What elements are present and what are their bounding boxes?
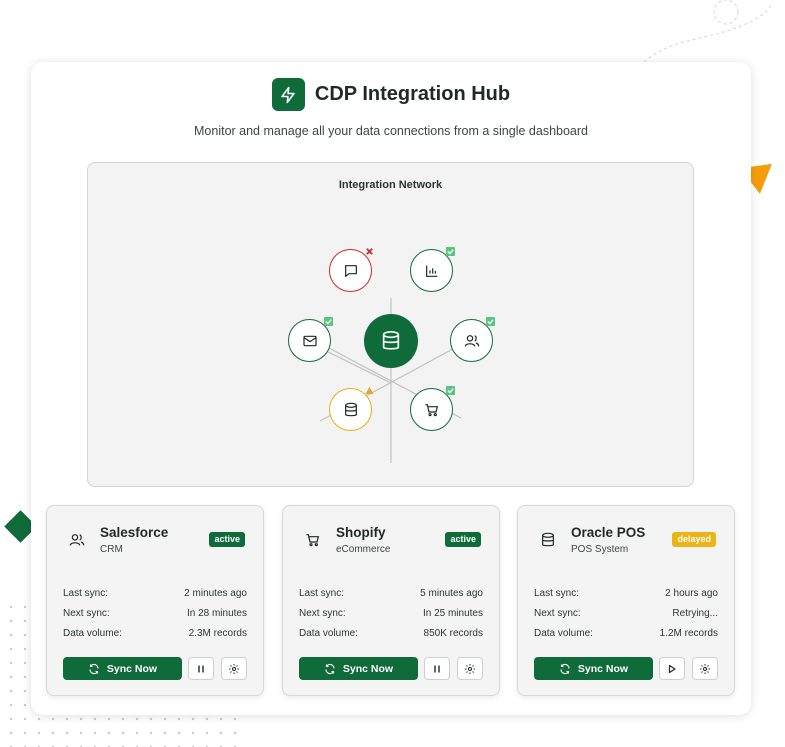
network-hub[interactable] (364, 314, 418, 368)
pause-icon (198, 665, 204, 672)
last-sync-row: Last sync: 5 minutes ago (299, 588, 483, 599)
data-volume-label: Data volume: (299, 628, 358, 639)
next-sync-row: Next sync: Retrying... (534, 608, 718, 619)
database-icon (542, 532, 554, 547)
integration-card-salesforce: Salesforce CRM active Last sync: 2 minute… (46, 505, 264, 696)
app-logo (271, 78, 305, 111)
cart-icon (306, 534, 320, 547)
gear-icon (229, 663, 239, 674)
pause-button[interactable] (188, 657, 214, 680)
integration-card-oracle-pos: Oracle POS POS System delayed Last sync:… (517, 505, 735, 696)
warning-badge (365, 386, 374, 395)
sync-now-label: Sync Now (106, 662, 158, 675)
error-badge (365, 247, 374, 256)
sync-now-button[interactable]: Sync Now (63, 657, 182, 680)
network-node-customers[interactable] (450, 317, 495, 362)
sync-now-label: Sync Now (342, 662, 394, 675)
status-badge: active (209, 532, 245, 547)
play-icon (668, 664, 676, 673)
decorative-dashed-curve (643, 0, 773, 63)
gear-icon (700, 663, 710, 674)
users-icon (464, 334, 479, 347)
refresh-icon (560, 663, 570, 674)
data-volume-row: Data volume: 1.2M records (534, 628, 718, 639)
pause-icon (434, 665, 440, 672)
data-volume-label: Data volume: (534, 628, 593, 639)
network-node-email[interactable] (288, 317, 333, 362)
integration-type: POS System (571, 544, 629, 555)
last-sync-label: Last sync: (299, 588, 345, 599)
data-volume-row: Data volume: 850K records (299, 628, 483, 639)
network-node-chat[interactable] (329, 247, 374, 292)
header: CDP Integration Hub (31, 78, 751, 111)
last-sync-label: Last sync: (63, 588, 109, 599)
status-badge: active (445, 532, 481, 547)
next-sync-row: Next sync: In 28 minutes (63, 608, 247, 619)
next-sync-label: Next sync: (63, 608, 110, 619)
next-sync-row: Next sync: In 25 minutes (299, 608, 483, 619)
pause-button[interactable] (424, 657, 450, 680)
data-volume-value: 1.2M records (659, 628, 718, 639)
refresh-icon (89, 663, 99, 674)
network-node-database[interactable] (329, 386, 374, 431)
check-icon (446, 247, 455, 256)
check-icon (446, 386, 455, 395)
last-sync-value: 2 hours ago (665, 588, 718, 599)
settings-button[interactable] (221, 657, 247, 680)
integration-card-shopify: Shopify eCommerce active Last sync: 5 min… (282, 505, 500, 696)
integration-network: Integration Network (87, 162, 694, 487)
page-subtitle: Monitor and manage all your data connect… (194, 124, 588, 138)
data-volume-row: Data volume: 2.3M records (63, 628, 247, 639)
ok-badge (446, 247, 455, 256)
warning-icon (365, 386, 374, 395)
users-icon (69, 534, 85, 546)
last-sync-value: 2 minutes ago (184, 588, 247, 599)
x-icon (366, 248, 373, 255)
network-node-analytics[interactable] (410, 247, 455, 292)
mail-icon (302, 335, 317, 346)
ok-badge (446, 386, 455, 395)
next-sync-label: Next sync: (299, 608, 346, 619)
sync-now-button[interactable]: Sync Now (534, 657, 653, 680)
integration-name: Shopify (336, 525, 386, 540)
data-volume-value: 850K records (423, 628, 483, 639)
next-sync-value: Retrying... (672, 608, 718, 619)
play-button[interactable] (659, 657, 685, 680)
last-sync-value: 5 minutes ago (420, 588, 483, 599)
status-badge: delayed (672, 532, 716, 547)
sync-now-label: Sync Now (577, 662, 629, 675)
page-title: CDP Integration Hub (314, 83, 511, 105)
network-node-commerce[interactable] (410, 386, 455, 431)
database-icon (344, 402, 357, 416)
ok-badge (486, 317, 495, 326)
check-icon (486, 317, 495, 326)
cart-icon (424, 403, 438, 416)
last-sync-row: Last sync: 2 hours ago (534, 588, 718, 599)
next-sync-label: Next sync: (534, 608, 581, 619)
integration-name: Salesforce (100, 525, 169, 540)
next-sync-value: In 25 minutes (422, 608, 483, 619)
next-sync-value: In 28 minutes (186, 608, 247, 619)
integration-type: CRM (100, 544, 123, 555)
integration-name: Oracle POS (571, 525, 646, 540)
lightning-icon (281, 86, 296, 103)
settings-button[interactable] (692, 657, 718, 680)
data-volume-label: Data volume: (63, 628, 122, 639)
database-icon (382, 331, 400, 350)
refresh-icon (325, 663, 335, 674)
check-icon (324, 317, 333, 326)
chat-icon (344, 264, 357, 277)
gear-icon (465, 663, 475, 674)
last-sync-label: Last sync: (534, 588, 580, 599)
bar-chart-icon (425, 265, 437, 277)
integration-type: eCommerce (336, 544, 391, 555)
last-sync-row: Last sync: 2 minutes ago (63, 588, 247, 599)
ok-badge (324, 317, 333, 326)
data-volume-value: 2.3M records (188, 628, 247, 639)
sync-now-button[interactable]: Sync Now (299, 657, 418, 680)
settings-button[interactable] (457, 657, 483, 680)
